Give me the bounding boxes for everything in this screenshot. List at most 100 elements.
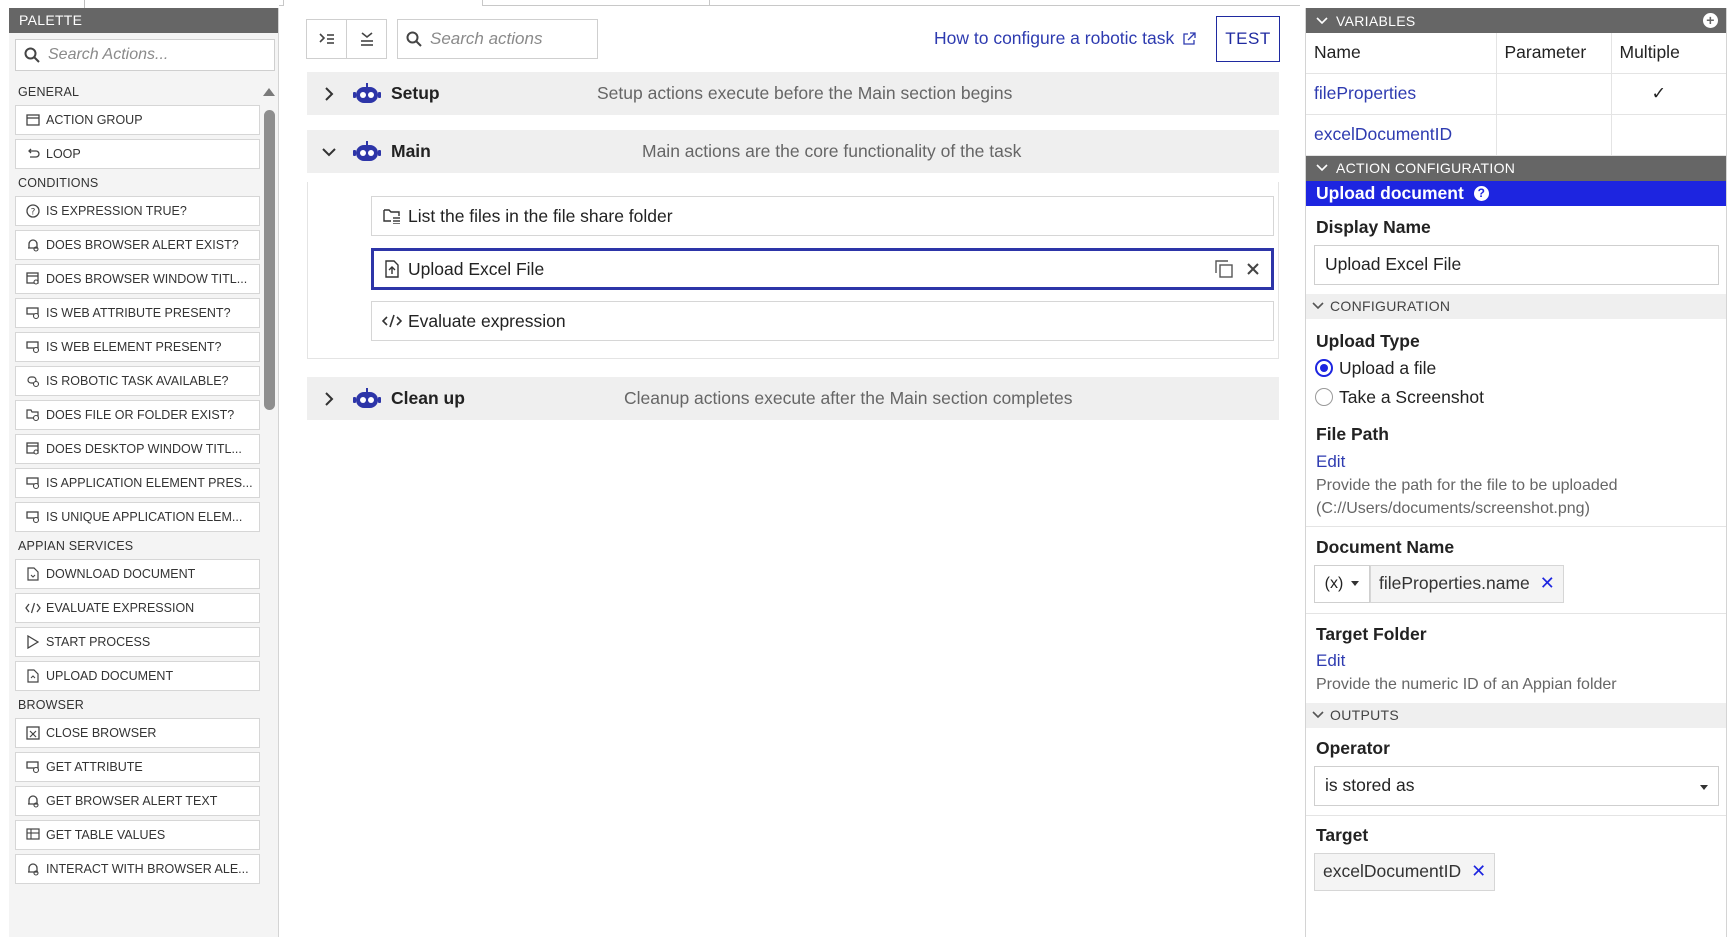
collapse-all-icon bbox=[360, 32, 373, 46]
table-icon bbox=[24, 826, 42, 844]
chevron-right-icon[interactable] bbox=[307, 86, 351, 101]
palette-action-label: CLOSE BROWSER bbox=[46, 726, 157, 740]
chevron-down-icon[interactable] bbox=[1312, 711, 1324, 719]
robot-icon bbox=[351, 140, 383, 163]
palette-action-item[interactable]: GET BROWSER ALERT TEXT bbox=[15, 786, 260, 816]
radio-take-screenshot[interactable]: Take a Screenshot bbox=[1306, 383, 1726, 412]
help-icon[interactable]: ? bbox=[1473, 185, 1489, 201]
play-icon bbox=[24, 633, 42, 651]
palette-action-item[interactable]: DOWNLOAD DOCUMENT bbox=[15, 559, 260, 589]
palette-action-item[interactable]: DOES BROWSER ALERT EXIST? bbox=[15, 230, 260, 260]
palette-action-item[interactable]: ? IS EXPRESSION TRUE? bbox=[15, 196, 260, 226]
variable-name-link[interactable]: fileProperties bbox=[1306, 73, 1496, 115]
tab-edge-2[interactable] bbox=[485, 0, 710, 6]
action-group-icon bbox=[24, 111, 42, 129]
section-cleanup[interactable]: Clean up Cleanup actions execute after t… bbox=[307, 377, 1279, 420]
howto-link[interactable]: How to configure a robotic task bbox=[934, 28, 1196, 49]
configuration-header[interactable]: CONFIGURATION bbox=[1306, 293, 1726, 319]
remove-chip-icon[interactable]: ✕ bbox=[1471, 861, 1486, 882]
palette-action-item[interactable]: INTERACT WITH BROWSER ALE... bbox=[15, 854, 260, 884]
palette-action-item[interactable]: IS ROBOTIC TASK AVAILABLE? bbox=[15, 366, 260, 396]
palette-category-label: BROWSER bbox=[18, 698, 84, 712]
palette-action-label: IS EXPRESSION TRUE? bbox=[46, 204, 187, 218]
palette-action-item[interactable]: START PROCESS bbox=[15, 627, 260, 657]
palette-action-item[interactable]: LOOP bbox=[15, 139, 260, 169]
target-chip[interactable]: excelDocumentID ✕ bbox=[1314, 852, 1496, 891]
step-evaluate-expression[interactable]: Evaluate expression bbox=[371, 301, 1274, 341]
palette-action-item[interactable]: DOES BROWSER WINDOW TITL... bbox=[15, 264, 260, 294]
add-variable-icon[interactable]: + bbox=[1703, 13, 1718, 28]
section-main[interactable]: Main Main actions are the core functiona… bbox=[307, 130, 1279, 173]
display-name-input[interactable]: Upload Excel File bbox=[1314, 244, 1719, 285]
palette-action-item[interactable]: GET TABLE VALUES bbox=[15, 820, 260, 850]
section-cleanup-desc: Cleanup actions execute after the Main s… bbox=[624, 388, 1073, 408]
table-row[interactable]: fileProperties ✓ bbox=[1306, 73, 1726, 115]
file-path-edit-link[interactable]: Edit bbox=[1306, 452, 1726, 472]
outputs-header[interactable]: OUTPUTS bbox=[1306, 702, 1726, 728]
action-config-title: ACTION CONFIGURATION bbox=[1336, 160, 1516, 176]
palette-action-item[interactable]: CLOSE BROWSER bbox=[15, 718, 260, 748]
bell-search-icon bbox=[24, 792, 42, 810]
scroll-thumb[interactable] bbox=[264, 110, 275, 410]
close-window-icon bbox=[24, 724, 42, 742]
remove-chip-icon[interactable]: ✕ bbox=[1540, 573, 1555, 594]
radio-label: Upload a file bbox=[1339, 357, 1437, 378]
table-row[interactable]: excelDocumentID bbox=[1306, 114, 1726, 156]
palette-action-item[interactable]: ACTION GROUP bbox=[15, 105, 260, 135]
action-config-header[interactable]: ACTION CONFIGURATION bbox=[1306, 155, 1726, 181]
step-upload-excel-file[interactable]: Upload Excel File bbox=[371, 248, 1274, 290]
duplicate-icon[interactable] bbox=[1215, 260, 1233, 278]
tab-edge-1[interactable] bbox=[283, 0, 483, 6]
palette-action-label: IS WEB ELEMENT PRESENT? bbox=[46, 340, 222, 354]
palette-action-item[interactable]: DOES DESKTOP WINDOW TITL... bbox=[15, 434, 260, 464]
palette-action-item[interactable]: IS WEB ELEMENT PRESENT? bbox=[15, 332, 260, 362]
action-type-banner: Upload document ? bbox=[1306, 180, 1726, 206]
palette-search-placeholder: Search Actions... bbox=[48, 46, 169, 63]
test-button[interactable]: TEST bbox=[1216, 16, 1280, 62]
variables-header-row: Name Parameter Multiple bbox=[1306, 33, 1726, 74]
section-setup[interactable]: Setup Setup actions execute before the M… bbox=[307, 72, 1279, 115]
palette-search-input[interactable]: Search Actions... bbox=[15, 39, 275, 71]
section-main-title: Main bbox=[391, 141, 431, 161]
folder-search-icon bbox=[24, 406, 42, 424]
chevron-down-icon[interactable] bbox=[307, 147, 351, 157]
palette-scrollbar[interactable] bbox=[261, 78, 277, 937]
window-search-icon bbox=[24, 440, 42, 458]
palette-action-label: UPLOAD DOCUMENT bbox=[46, 669, 174, 683]
radio-selected-icon[interactable] bbox=[1315, 359, 1333, 377]
operator-select[interactable]: is stored as bbox=[1314, 765, 1719, 806]
collapse-all-button[interactable] bbox=[346, 19, 387, 59]
palette-action-item[interactable]: UPLOAD DOCUMENT bbox=[15, 661, 260, 691]
actions-search-input[interactable]: Search actions bbox=[397, 19, 598, 59]
target-folder-edit-link[interactable]: Edit bbox=[1306, 651, 1726, 671]
palette-action-item[interactable]: IS WEB ATTRIBUTE PRESENT? bbox=[15, 298, 260, 328]
step-list-files[interactable]: List the files in the file share folder bbox=[371, 196, 1274, 236]
scroll-up-arrow-icon[interactable] bbox=[263, 88, 275, 96]
close-icon[interactable] bbox=[1247, 263, 1259, 275]
right-panel: VARIABLES + Name Parameter Multiple file… bbox=[1305, 8, 1727, 937]
palette-action-item[interactable]: DOES FILE OR FOLDER EXIST? bbox=[15, 400, 260, 430]
expression-toggle[interactable]: (x) bbox=[1314, 564, 1370, 603]
section-setup-desc: Setup actions execute before the Main se… bbox=[597, 83, 1013, 103]
palette-action-item[interactable]: GET ATTRIBUTE bbox=[15, 752, 260, 782]
chevron-down-icon[interactable] bbox=[1312, 302, 1324, 310]
chevron-down-icon[interactable] bbox=[1316, 164, 1328, 172]
chevron-right-icon[interactable] bbox=[307, 391, 351, 406]
chevron-down-icon[interactable] bbox=[1316, 16, 1328, 25]
document-name-chip[interactable]: fileProperties.name ✕ bbox=[1370, 564, 1564, 603]
palette-action-item[interactable]: IS APPLICATION ELEMENT PRES... bbox=[15, 468, 260, 498]
palette-action-label: GET TABLE VALUES bbox=[46, 828, 166, 842]
palette-action-item[interactable]: IS UNIQUE APPLICATION ELEM... bbox=[15, 502, 260, 532]
radio-unselected-icon[interactable] bbox=[1315, 388, 1333, 406]
variable-name-link[interactable]: excelDocumentID bbox=[1306, 114, 1496, 156]
palette-panel: PALETTE Search Actions... GENERAL ACTION … bbox=[9, 8, 279, 937]
target-label: Target bbox=[1316, 824, 1369, 845]
search-icon bbox=[406, 31, 422, 47]
step-label: Evaluate expression bbox=[408, 310, 566, 331]
radio-upload-file[interactable]: Upload a file bbox=[1306, 354, 1726, 383]
step-label: List the files in the file share folder bbox=[408, 205, 673, 226]
variables-header[interactable]: VARIABLES + bbox=[1306, 8, 1726, 33]
expand-all-button[interactable] bbox=[306, 19, 347, 59]
palette-action-item[interactable]: EVALUATE EXPRESSION bbox=[15, 593, 260, 623]
top-left-tab-edge bbox=[0, 0, 85, 8]
